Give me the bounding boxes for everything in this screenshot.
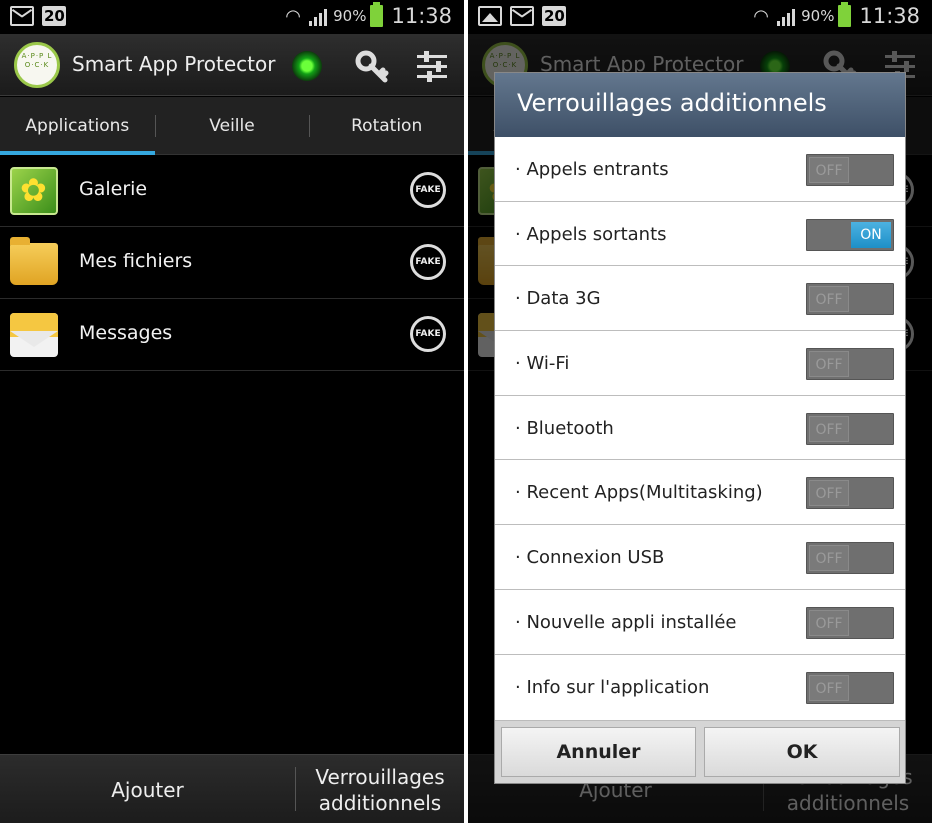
battery-icon [370, 2, 384, 27]
option-label: · Appels entrants [515, 159, 669, 180]
clock: 11:38 [391, 4, 452, 28]
option-label: · Connexion USB [515, 547, 665, 569]
main-screen: 20 ◠ 90% 11:38 A·P·P L O·C·K Smart App P… [0, 0, 464, 823]
option-recent-apps[interactable]: · Recent Apps(Multitasking) OFF [495, 460, 905, 526]
toggle-knob: OFF [809, 351, 849, 378]
image-notification-icon [478, 6, 502, 26]
additional-locks-label-line1: Verrouillages [315, 764, 445, 789]
status-bar: 20 ◠ 90% 11:38 [468, 0, 932, 34]
option-appels-entrants[interactable]: · Appels entrants OFF [495, 137, 905, 202]
app-row-messages[interactable]: Messages FAKE [0, 299, 464, 371]
option-data-3g[interactable]: · Data 3G OFF [495, 266, 905, 332]
option-label: · Data 3G [515, 288, 601, 310]
option-label: · Nouvelle appli installée [515, 611, 737, 633]
status-bar: 20 ◠ 90% 11:38 [0, 0, 464, 34]
toggle-switch[interactable]: OFF [806, 283, 894, 316]
option-label: · Info sur l'application [515, 676, 710, 698]
battery-percent: 90% [801, 7, 835, 25]
toggle-knob: OFF [809, 674, 849, 701]
app-logo: A·P·P L O·C·K [14, 42, 60, 88]
dialog-footer: Annuler OK [495, 720, 905, 783]
additional-locks-button[interactable]: Verrouillages additionnels [296, 755, 464, 823]
signal-icon [777, 6, 797, 26]
app-name: Galerie [79, 178, 148, 200]
calendar-notification-icon: 20 [542, 6, 566, 26]
option-connexion-usb[interactable]: · Connexion USB OFF [495, 525, 905, 590]
bottom-bar: Ajouter Verrouillages additionnels [0, 754, 464, 823]
toggle-knob: OFF [809, 545, 849, 572]
battery-percent: 90% [333, 7, 367, 25]
option-nouvelle-appli[interactable]: · Nouvelle appli installée OFF [495, 589, 905, 655]
cancel-button[interactable]: Annuler [501, 727, 696, 777]
settings-sliders-icon[interactable] [416, 50, 448, 82]
message-icon [10, 313, 58, 357]
wifi-icon: ◠ [753, 5, 769, 27]
app-row-galerie[interactable]: Galerie FAKE [0, 155, 464, 227]
gallery-icon [10, 167, 58, 215]
toggle-knob: OFF [809, 609, 849, 636]
toggle-switch[interactable]: OFF [806, 606, 894, 639]
option-bluetooth[interactable]: · Bluetooth OFF [495, 395, 905, 461]
option-label: · Appels sortants [515, 223, 667, 245]
app-list: Galerie FAKE Mes fichiers FAKE Messages … [0, 155, 464, 371]
toggle-knob: OFF [809, 157, 849, 183]
toggle-knob: ON [851, 221, 891, 248]
app-title: Smart App Protector [72, 52, 276, 76]
calendar-notification-icon: 20 [42, 6, 66, 26]
app-name: Mes fichiers [79, 250, 193, 272]
dialog-title: Verrouillages additionnels [495, 73, 905, 137]
toggle-switch[interactable]: OFF [806, 477, 894, 510]
toggle-switch[interactable]: ON [806, 218, 894, 251]
toggle-switch[interactable]: OFF [806, 671, 894, 704]
option-label: · Recent Apps(Multitasking) [515, 482, 763, 504]
option-appels-sortants[interactable]: · Appels sortants ON [495, 201, 905, 267]
lock-options-list: · Appels entrants OFF · Appels sortants … [495, 137, 905, 720]
fake-badge-icon[interactable]: FAKE [410, 244, 446, 280]
tab-applications[interactable]: Applications [0, 97, 155, 155]
toggle-switch[interactable]: OFF [806, 412, 894, 445]
toggle-knob: OFF [809, 415, 849, 442]
add-button[interactable]: Ajouter [0, 755, 295, 823]
battery-icon [838, 2, 852, 27]
signal-icon [309, 6, 329, 26]
option-label: · Wi-Fi [515, 353, 570, 375]
wifi-icon: ◠ [285, 5, 301, 27]
mail-notification-icon [510, 6, 534, 26]
additional-locks-dialog: Verrouillages additionnels · Appels entr… [494, 72, 906, 784]
clock: 11:38 [859, 4, 920, 28]
fake-badge-icon[interactable]: FAKE [410, 172, 446, 208]
ok-button[interactable]: OK [704, 727, 900, 777]
app-name: Messages [79, 322, 173, 344]
additional-locks-label-line2: additionnels [318, 790, 442, 815]
tab-bar: Applications Veille Rotation [0, 97, 464, 155]
option-wifi[interactable]: · Wi-Fi OFF [495, 331, 905, 396]
toggle-knob: OFF [809, 480, 849, 507]
option-label: · Bluetooth [515, 417, 614, 439]
protection-status-icon[interactable] [292, 51, 322, 81]
key-icon[interactable] [355, 50, 389, 84]
dialog-screen: 20 ◠ 90% 11:38 A·P·P L O·C·K Smart App P… [468, 0, 932, 823]
mail-notification-icon [10, 6, 34, 26]
tab-rotation[interactable]: Rotation [309, 97, 464, 154]
fake-badge-icon[interactable]: FAKE [410, 316, 446, 352]
toggle-switch[interactable]: OFF [806, 154, 894, 186]
toggle-switch[interactable]: OFF [806, 542, 894, 575]
action-bar: A·P·P L O·C·K Smart App Protector [0, 34, 464, 96]
app-row-mes-fichiers[interactable]: Mes fichiers FAKE [0, 227, 464, 299]
tab-veille[interactable]: Veille [154, 97, 310, 154]
option-info-application[interactable]: · Info sur l'application OFF [495, 654, 905, 720]
toggle-knob: OFF [809, 286, 849, 313]
toggle-switch[interactable]: OFF [806, 348, 894, 381]
folder-icon [10, 237, 58, 285]
